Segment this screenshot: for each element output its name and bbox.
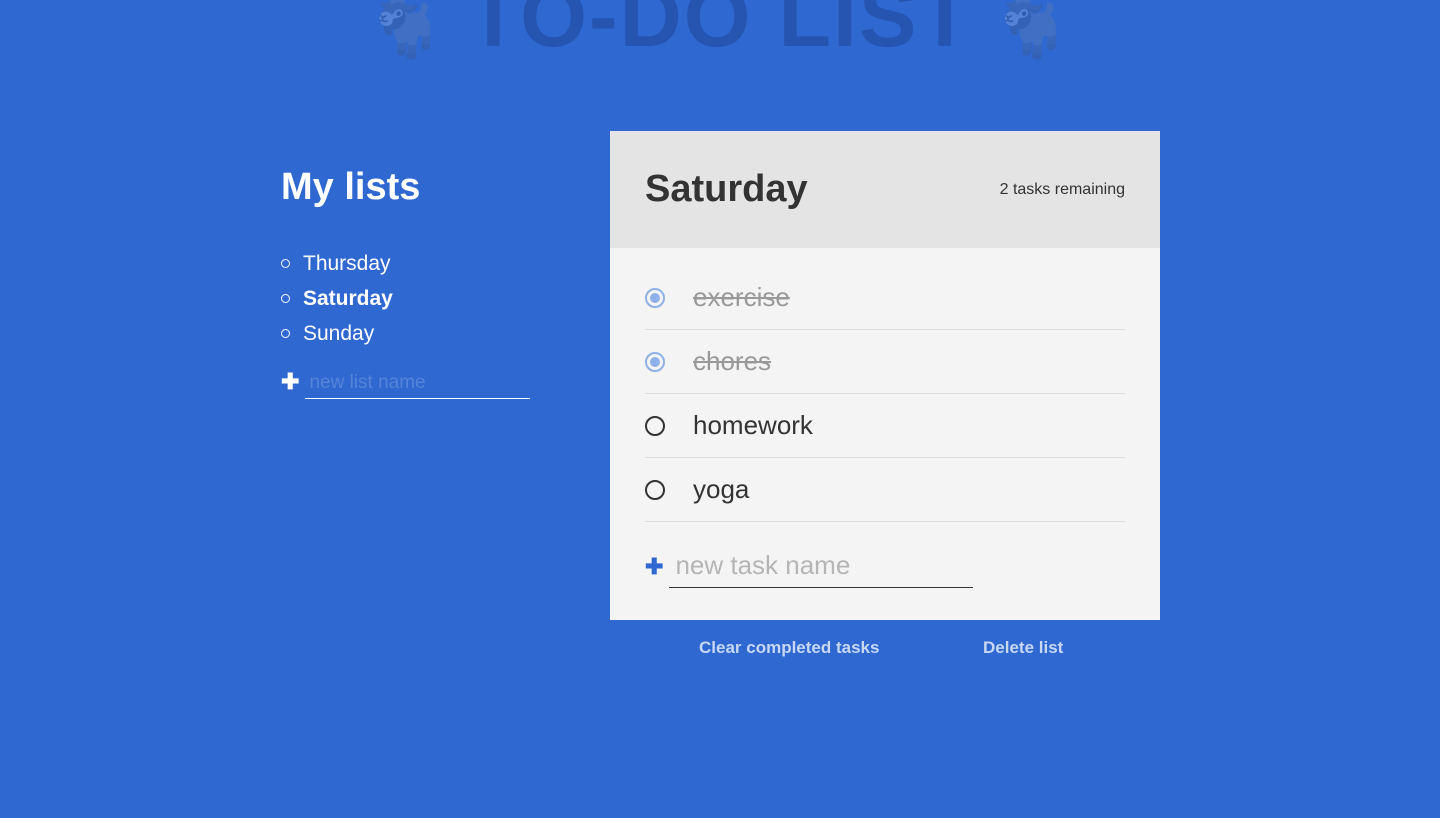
bullet-icon xyxy=(281,259,290,268)
sidebar-item-saturday[interactable]: Saturday xyxy=(281,281,521,316)
sidebar-item-label: Thursday xyxy=(303,251,391,275)
sidebar-item-label: Sunday xyxy=(303,321,375,345)
list-header: Saturday 2 tasks remaining xyxy=(610,131,1160,248)
app-header: 🐐 TO-DO LIST 🐐 xyxy=(0,0,1440,60)
page: 🐐 TO-DO LIST 🐐 My lists Thursday Saturday … xyxy=(0,0,1440,818)
new-list-input[interactable] xyxy=(305,370,531,399)
task-count: 2 tasks remaining xyxy=(999,180,1125,198)
task-item[interactable]: yoga xyxy=(645,458,1125,522)
task-label: homework xyxy=(693,410,813,440)
sidebar-title: My lists xyxy=(281,166,421,208)
task-list: exercise chores homework yoga xyxy=(610,266,1160,522)
bullet-icon xyxy=(281,329,290,338)
new-task-input[interactable] xyxy=(669,548,974,588)
checkbox-icon[interactable] xyxy=(645,415,665,436)
sidebar-item-thursday[interactable]: Thursday xyxy=(281,246,521,281)
task-item[interactable]: chores xyxy=(645,330,1125,394)
goat-icon: 🐐 xyxy=(990,0,1076,61)
sidebar-item-label: Saturday xyxy=(303,286,393,310)
checkbox-checked-icon[interactable] xyxy=(645,287,665,308)
task-label: yoga xyxy=(693,474,750,504)
bullet-icon xyxy=(281,294,290,303)
goat-icon: 🐐 xyxy=(364,0,450,61)
new-list-form: ✚ xyxy=(281,370,531,399)
list-menu: Thursday Saturday Sunday xyxy=(281,246,521,351)
checkbox-checked-icon[interactable] xyxy=(645,351,665,372)
sidebar-item-sunday[interactable]: Sunday xyxy=(281,316,521,351)
list-title: Saturday xyxy=(645,168,808,210)
task-item[interactable]: exercise xyxy=(645,266,1125,330)
app-title: TO-DO LIST xyxy=(467,0,973,65)
delete-list-button[interactable]: Delete list xyxy=(983,638,1063,658)
plus-icon[interactable]: ✚ xyxy=(281,371,299,393)
new-task-form: ✚ xyxy=(610,548,1160,588)
task-label: exercise xyxy=(693,282,790,312)
checkbox-icon[interactable] xyxy=(645,479,665,500)
clear-completed-button[interactable]: Clear completed tasks xyxy=(699,638,879,658)
plus-icon[interactable]: ✚ xyxy=(645,556,663,578)
task-label: chores xyxy=(693,346,772,376)
task-item[interactable]: homework xyxy=(645,394,1125,458)
sidebar: My lists Thursday Saturday Sunday ✚ xyxy=(281,164,531,399)
todo-list-card: Saturday 2 tasks remaining exercise chor… xyxy=(610,131,1160,620)
list-actions: Clear completed tasks Delete list xyxy=(610,638,1160,660)
